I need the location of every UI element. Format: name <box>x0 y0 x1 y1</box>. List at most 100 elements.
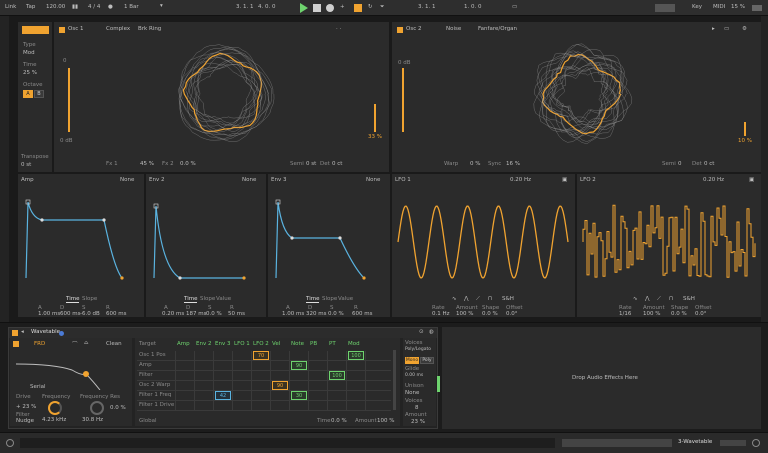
track-overview-bar[interactable] <box>562 439 672 447</box>
osc1-det-value[interactable]: 0 ct <box>332 161 342 167</box>
draw-mode-icon[interactable] <box>354 4 362 12</box>
env3-tab-slope[interactable]: Slope <box>322 296 337 302</box>
metronome-icon[interactable]: ● <box>108 4 113 10</box>
env1-tab-slope[interactable]: Slope <box>82 296 97 302</box>
tap-button[interactable]: Tap <box>26 4 35 10</box>
loop-toggle-2-icon[interactable]: ▭ <box>512 4 517 10</box>
lfo2-shape-random-icon[interactable]: S&H <box>683 296 695 302</box>
time-value[interactable]: 25 % <box>23 70 37 76</box>
matrix-row-target[interactable]: Filter <box>139 372 153 378</box>
lfo1-shape-sine-icon[interactable]: ∿ <box>452 296 457 302</box>
voices-amount-value[interactable]: 23 % <box>411 419 425 425</box>
device-hot-swap-icon[interactable] <box>59 331 64 336</box>
transpose-value[interactable]: 0 st <box>21 162 31 168</box>
osc2-prev-icon[interactable]: ▸ <box>712 26 715 32</box>
unison-value[interactable]: None <box>405 390 419 396</box>
filter-on-toggle[interactable] <box>13 341 19 347</box>
matrix-amount-value[interactable]: 100 % <box>377 418 394 424</box>
lfo2-shape-tri-icon[interactable]: ⋀ <box>645 296 650 302</box>
osc1-fx2-value[interactable]: 0.0 % <box>180 161 196 167</box>
osc-on-button[interactable] <box>22 26 49 34</box>
env1-tab-time[interactable]: Time <box>66 296 80 303</box>
octave-b-button[interactable]: B <box>34 90 44 98</box>
lfo2-value-shape[interactable]: 0.0 % <box>671 311 687 317</box>
lfo2-shape-saw-icon[interactable]: ⟋ <box>657 296 661 303</box>
voices-mono-button[interactable]: Mono <box>405 357 419 364</box>
matrix-scrollbar[interactable] <box>393 350 396 410</box>
track-name[interactable]: 3-Wavetable <box>678 439 712 445</box>
lfo2-value-offset[interactable]: 0.0° <box>695 311 707 317</box>
env2-tab-time[interactable]: Time <box>184 296 198 303</box>
osc2-wavetable-select[interactable]: Fanfare/Organ <box>478 26 517 32</box>
filter-freq-value[interactable]: 4.23 kHz <box>42 417 66 423</box>
osc1-wavetable-display[interactable] <box>164 34 284 154</box>
matrix-row-target[interactable]: Filter 1 Freq <box>139 392 171 398</box>
lfo1-shape-saw-icon[interactable]: ⟋ <box>476 296 480 303</box>
env1-value-r[interactable]: 600 ms <box>106 311 126 317</box>
lfo2-value-rate[interactable]: 1/16 <box>619 311 631 317</box>
status-right-icon[interactable] <box>752 439 760 447</box>
osc1-semi-value[interactable]: 0 st <box>306 161 316 167</box>
osc2-menu-icon[interactable]: ⚙ <box>742 26 747 32</box>
play-icon[interactable] <box>300 3 308 13</box>
punch-icon[interactable]: ⏷ <box>380 4 384 11</box>
env2-tab-slope[interactable]: Slope <box>200 296 215 302</box>
env3-value-d[interactable]: 320 ms <box>306 311 326 317</box>
quantize-field[interactable]: 1 Bar <box>124 4 139 10</box>
osc1-wavetable-select[interactable]: Brk Ring <box>138 26 161 32</box>
midi-map-button[interactable]: MIDI <box>713 4 725 10</box>
filter-res-pct[interactable]: 0.0 % <box>110 405 126 411</box>
filter-mode-value[interactable]: Nudge <box>16 418 34 424</box>
lfo2-value-amount[interactable]: 100 % <box>643 311 660 317</box>
matrix-cell[interactable]: 30 <box>291 391 307 400</box>
follow-icon[interactable]: ▾ <box>160 3 163 9</box>
tempo-field[interactable]: 120.00 <box>46 4 65 10</box>
osc2-det-value[interactable]: 0 ct <box>704 161 714 167</box>
osc2-gain-slider[interactable] <box>402 68 404 132</box>
env2-mode-select[interactable]: None <box>242 177 256 183</box>
matrix-cell[interactable]: 100 <box>329 371 345 380</box>
matrix-time-value[interactable]: 0.0 % <box>331 418 347 424</box>
device-close-icon[interactable]: ◍ <box>429 329 434 335</box>
matrix-cell[interactable]: 90 <box>291 361 307 370</box>
loop-length[interactable]: 4. 0. 0 <box>258 4 276 10</box>
env3-value-r[interactable]: 600 ms <box>352 311 372 317</box>
matrix-cell[interactable]: 90 <box>272 381 288 390</box>
lfo1-sync-icon[interactable]: ▣ <box>562 177 567 183</box>
lfo2-shape-square-icon[interactable]: ⊓ <box>669 296 673 302</box>
env1-graph[interactable] <box>22 192 140 284</box>
osc2-semi-value[interactable]: 0 <box>678 161 682 167</box>
glide-value[interactable]: 0.00 ms <box>405 373 423 378</box>
bar-position[interactable]: 3. 1. 1 <box>418 4 436 10</box>
lfo1-shape-square-icon[interactable]: ⊓ <box>488 296 492 302</box>
env2-value-d[interactable]: 187 ms <box>186 311 206 317</box>
device-save-icon[interactable]: ⊙ <box>419 329 424 335</box>
filter-curve-lp-icon[interactable]: ⌒ <box>72 340 78 348</box>
filter-res-value[interactable]: 30.8 Hz <box>82 417 103 423</box>
lfo1-value-amount[interactable]: 100 % <box>456 311 473 317</box>
matrix-cell[interactable]: 100 <box>348 351 364 360</box>
env2-value-s[interactable]: 0.0 % <box>206 311 222 317</box>
lfo1-shape-tri-icon[interactable]: ⋀ <box>464 296 469 302</box>
filter-type-select[interactable]: FRD <box>34 341 45 347</box>
filter-drive-value[interactable]: + 23 % <box>16 404 36 410</box>
lfo1-rate-top[interactable]: 0.20 Hz <box>510 177 531 183</box>
env3-value-a[interactable]: 1.00 ms <box>282 311 304 317</box>
signature-field[interactable]: 4 / 4 <box>88 4 100 10</box>
osc2-expand-icon[interactable]: ▭ <box>724 26 729 32</box>
matrix-row-target[interactable]: Osc 2 Warp <box>139 382 170 388</box>
overdub-icon[interactable]: + <box>340 4 345 10</box>
lfo1-waveform[interactable] <box>396 194 571 290</box>
osc2-on-toggle[interactable] <box>397 27 403 33</box>
loop-toggle-icon[interactable]: ↻ <box>368 4 373 10</box>
env1-value-a[interactable]: 1.00 ms <box>38 311 60 317</box>
filter-freq-knob[interactable] <box>48 401 62 415</box>
type-value[interactable]: Mod <box>23 50 35 56</box>
osc1-gain-slider[interactable] <box>68 68 70 132</box>
voices-poly-button[interactable]: Poly <box>420 357 434 364</box>
voices-count-value[interactable]: 8 <box>415 405 419 411</box>
status-left-icon[interactable] <box>6 439 14 447</box>
env3-tab-value[interactable]: Value <box>338 296 353 302</box>
osc1-position-slider[interactable] <box>374 104 376 132</box>
filter-mode-select[interactable]: Clean <box>106 341 122 347</box>
